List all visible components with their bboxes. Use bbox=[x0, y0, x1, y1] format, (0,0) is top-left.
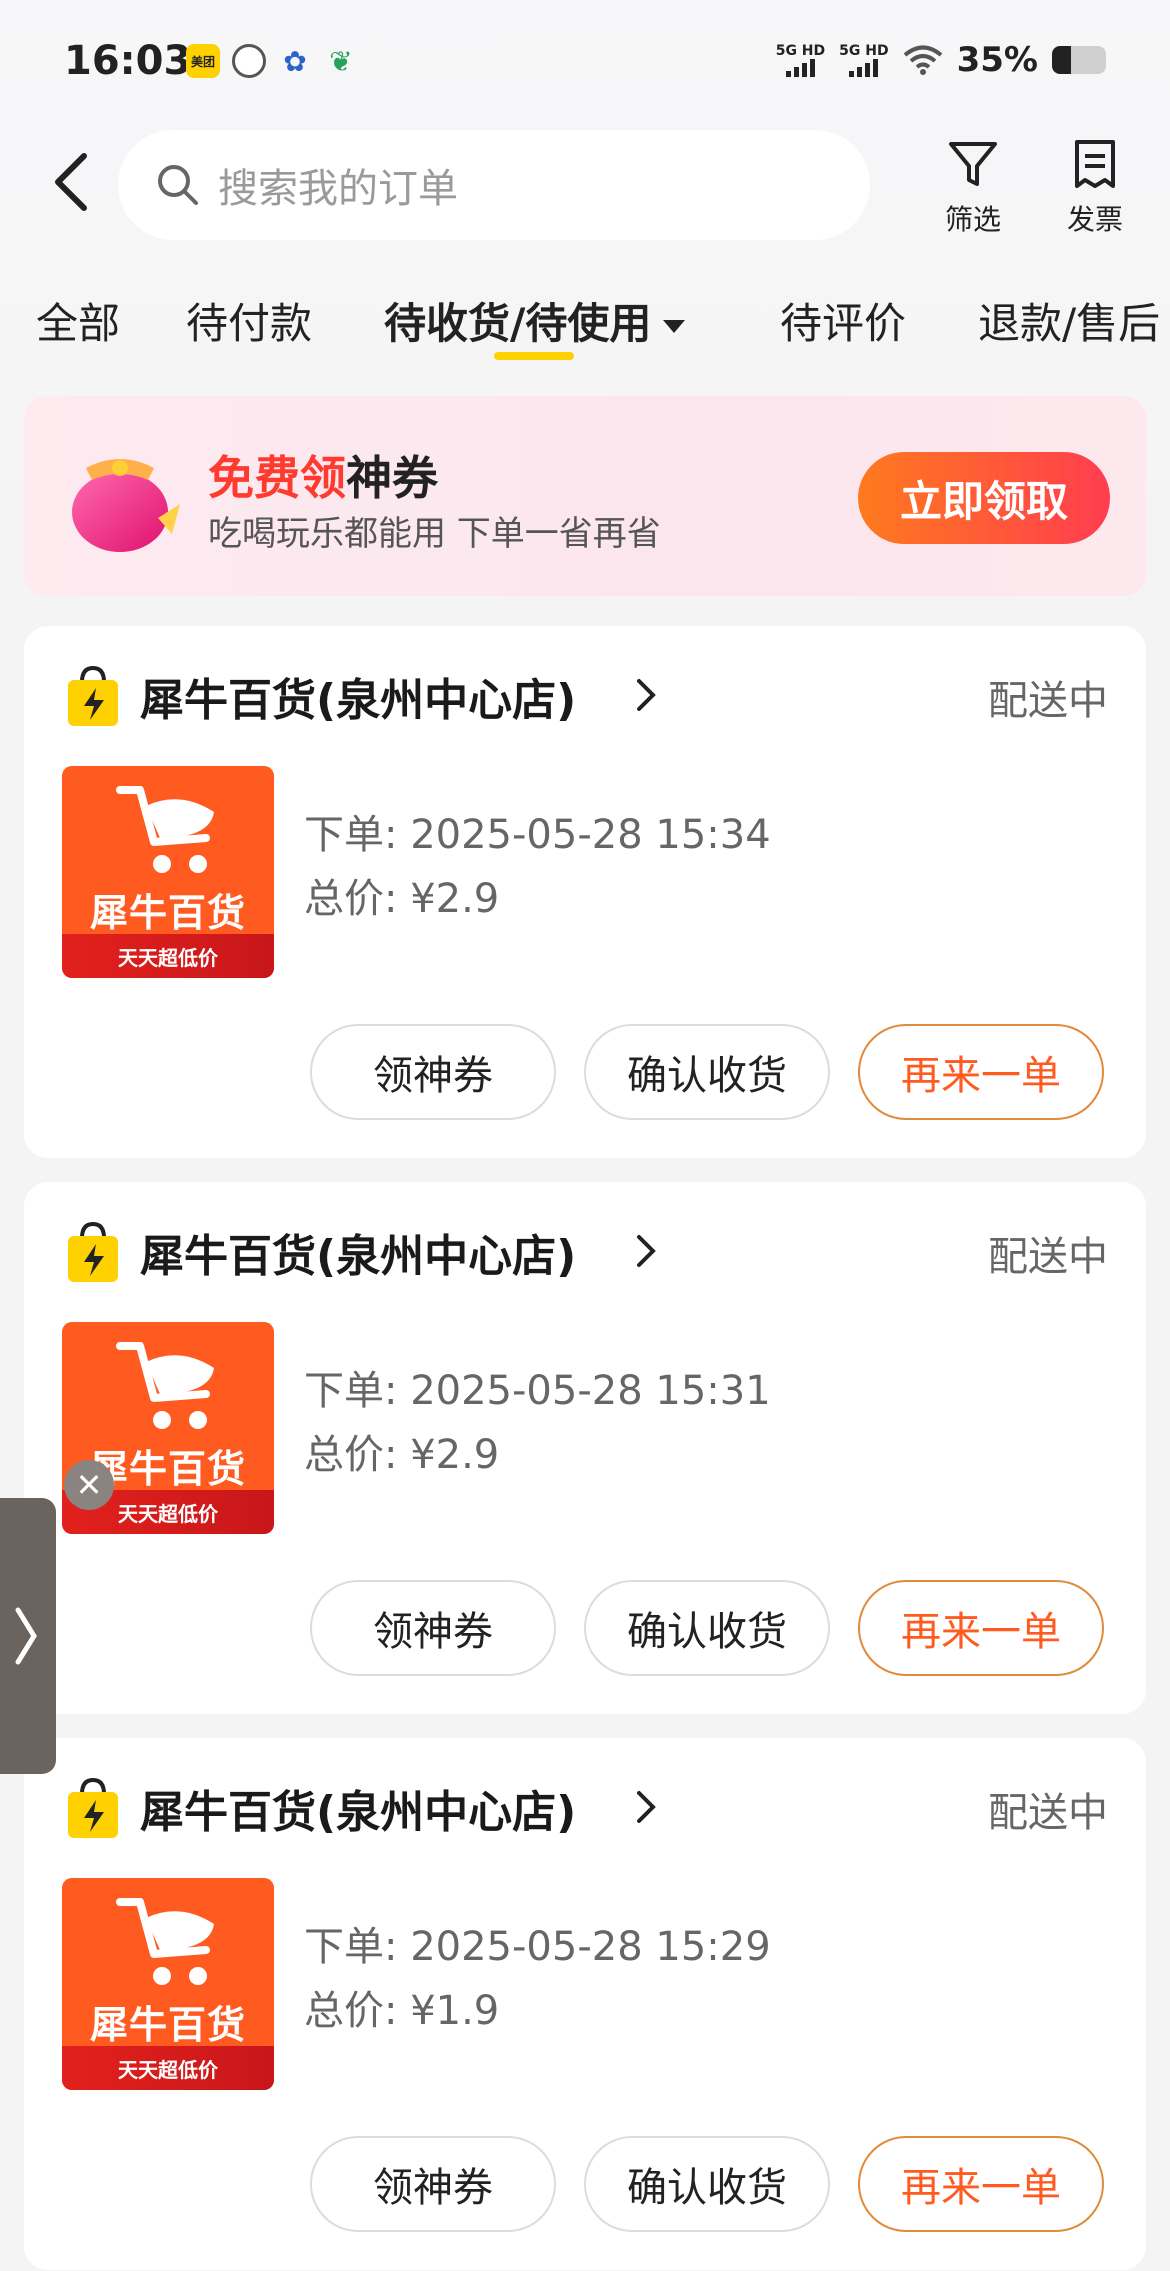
product-thumbnail[interactable]: 犀牛百货 天天超低价 bbox=[62, 766, 274, 978]
order-time: 下单: 2025-05-28 15:31 bbox=[304, 1368, 771, 1414]
notification-icons: 美团 ✿ ❦ bbox=[186, 44, 358, 78]
wifi-icon bbox=[903, 45, 942, 75]
order-card-3[interactable]: 犀牛百货(泉州中心店) 配送中 犀牛百货 天天超低价 下单: 2025-05-2… bbox=[24, 1738, 1146, 2270]
caret-down-icon bbox=[663, 320, 686, 333]
chevron-right-icon[interactable] bbox=[636, 678, 656, 712]
status-right: 5G HD 5G HD 35% bbox=[776, 40, 1106, 80]
tab-pending-review[interactable]: 待评价 bbox=[780, 290, 906, 351]
battery-icon bbox=[1052, 46, 1106, 74]
reorder-button[interactable]: 再来一单 bbox=[858, 1024, 1104, 1120]
claim-coupon-button[interactable]: 领神券 bbox=[310, 1024, 556, 1120]
shopping-bag-icon bbox=[68, 1222, 118, 1282]
order-total: 总价: ¥1.9 bbox=[304, 1988, 500, 2034]
shopping-bag-icon bbox=[68, 666, 118, 726]
cart-logo-icon bbox=[116, 1898, 214, 1985]
filter-icon bbox=[949, 142, 997, 186]
thumb-brand: 犀牛百货 bbox=[89, 891, 246, 935]
cart-logo-icon bbox=[116, 1342, 214, 1429]
chevron-right-icon[interactable] bbox=[636, 1790, 656, 1824]
thumb-ribbon: 天天超低价 bbox=[62, 2046, 274, 2090]
thumb-brand: 犀牛百货 bbox=[89, 2003, 246, 2047]
order-status: 配送中 bbox=[988, 1790, 1108, 1836]
reorder-button[interactable]: 再来一单 bbox=[858, 2136, 1104, 2232]
product-thumbnail[interactable]: 犀牛百货 天天超低价 bbox=[62, 1878, 274, 2090]
thumb-ribbon: 天天超低价 bbox=[62, 934, 274, 978]
search-input[interactable]: 搜索我的订单 bbox=[118, 130, 870, 240]
back-arrow-icon[interactable] bbox=[50, 152, 94, 212]
invoice-button[interactable]: 发票 bbox=[1050, 138, 1140, 238]
signal-2-icon: 5G HD bbox=[839, 43, 889, 77]
tab-all[interactable]: 全部 bbox=[36, 290, 120, 351]
cart-logo-icon bbox=[116, 786, 214, 873]
invoice-icon bbox=[1075, 140, 1115, 188]
filter-label: 筛选 bbox=[944, 203, 1001, 236]
banner-subtitle: 吃喝玩乐都能用 下单一省再省 bbox=[208, 514, 661, 554]
shopping-bag-icon bbox=[68, 1778, 118, 1838]
chevron-right-icon bbox=[15, 1607, 37, 1665]
order-card-2[interactable]: 犀牛百货(泉州中心店) 配送中 犀牛百货 天天超低价 下单: 2025-05-2… bbox=[24, 1182, 1146, 1714]
search-icon bbox=[158, 165, 198, 205]
order-time: 下单: 2025-05-28 15:34 bbox=[304, 812, 771, 858]
banner-title: 免费领神券 bbox=[208, 451, 438, 505]
status-bar: 16:03 美团 ✿ ❦ 5G HD 5G HD 35% bbox=[0, 0, 1170, 130]
shop-name[interactable]: 犀牛百货(泉州中心店) bbox=[140, 1776, 576, 1840]
claim-coupon-button[interactable]: 领神券 bbox=[310, 2136, 556, 2232]
order-tabs: 全部 待付款 待收货/待使用 待评价 退款/售后 bbox=[0, 290, 1170, 370]
claim-now-button[interactable]: 立即领取 bbox=[858, 452, 1110, 544]
signal-1-icon: 5G HD bbox=[776, 43, 825, 77]
tab-pending-receipt[interactable]: 待收货/待使用 bbox=[384, 290, 686, 351]
active-tab-indicator bbox=[494, 352, 574, 360]
search-placeholder: 搜索我的订单 bbox=[218, 166, 458, 212]
tab-refund[interactable]: 退款/售后 bbox=[978, 290, 1160, 351]
paw-icon: ✿ bbox=[283, 44, 307, 78]
filter-button[interactable]: 筛选 bbox=[928, 138, 1018, 238]
compass-icon bbox=[232, 44, 266, 78]
close-icon[interactable]: ✕ bbox=[64, 1460, 114, 1510]
claim-coupon-button[interactable]: 领神券 bbox=[310, 1580, 556, 1676]
invoice-label: 发票 bbox=[1066, 203, 1123, 236]
order-status: 配送中 bbox=[988, 678, 1108, 724]
confirm-receipt-button[interactable]: 确认收货 bbox=[584, 1024, 830, 1120]
order-status: 配送中 bbox=[988, 1234, 1108, 1280]
shop-name[interactable]: 犀牛百货(泉州中心店) bbox=[140, 664, 576, 728]
order-total: 总价: ¥2.9 bbox=[304, 876, 500, 922]
order-card-1[interactable]: 犀牛百货(泉州中心店) 配送中 犀牛百货 天天超低价 下单: 2025-05-2… bbox=[24, 626, 1146, 1158]
coupon-banner[interactable]: 免费领神券 吃喝玩乐都能用 下单一省再省 立即领取 bbox=[24, 396, 1146, 596]
battery-percent: 35% bbox=[956, 40, 1038, 80]
tab-pending-payment[interactable]: 待付款 bbox=[186, 290, 312, 351]
status-time: 16:03 bbox=[64, 38, 192, 84]
side-drawer-handle[interactable] bbox=[0, 1498, 56, 1774]
order-time: 下单: 2025-05-28 15:29 bbox=[304, 1924, 771, 1970]
chevron-right-icon[interactable] bbox=[636, 1234, 656, 1268]
leaf-icon: ❦ bbox=[329, 44, 353, 78]
confirm-receipt-button[interactable]: 确认收货 bbox=[584, 2136, 830, 2232]
order-total: 总价: ¥2.9 bbox=[304, 1432, 500, 1478]
shop-name[interactable]: 犀牛百货(泉州中心店) bbox=[140, 1220, 576, 1284]
coupon-bag-icon bbox=[72, 459, 180, 552]
reorder-button[interactable]: 再来一单 bbox=[858, 1580, 1104, 1676]
confirm-receipt-button[interactable]: 确认收货 bbox=[584, 1580, 830, 1676]
meituan-icon: 美团 bbox=[186, 44, 220, 78]
tab-pending-receipt-label: 待收货/待使用 bbox=[384, 299, 652, 348]
